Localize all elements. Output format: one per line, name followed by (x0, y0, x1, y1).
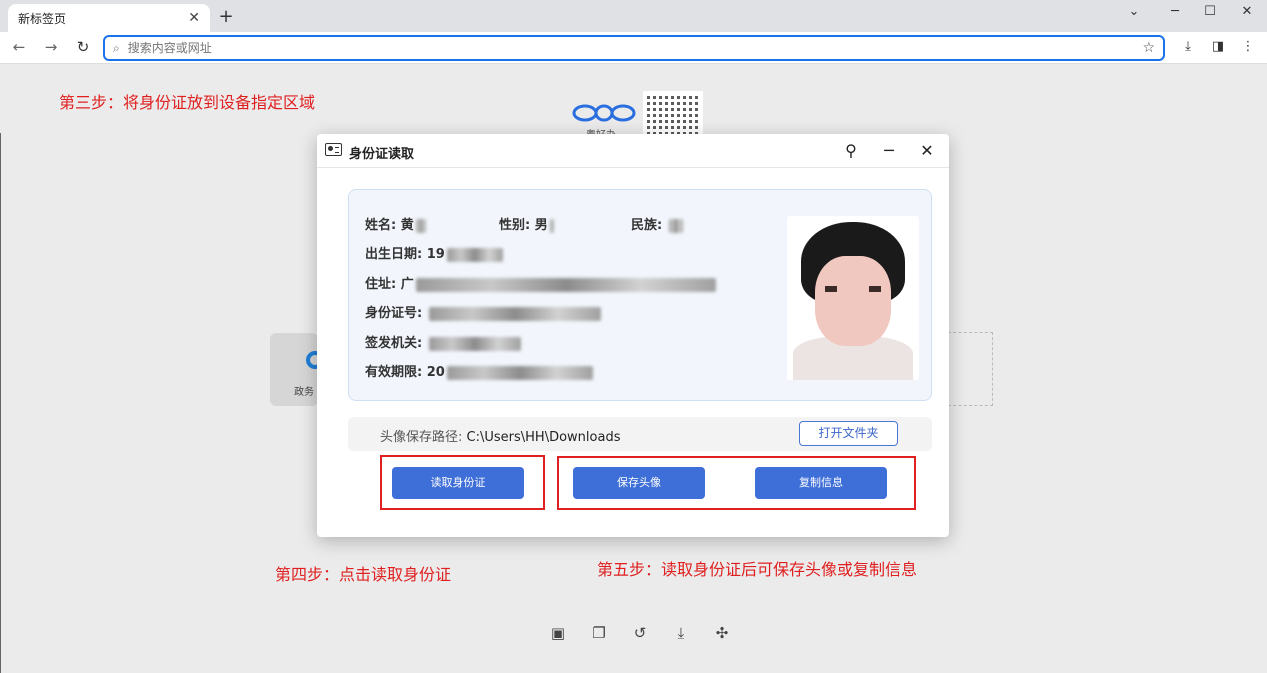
shortcut-tile[interactable]: 政务 (270, 333, 324, 406)
save-path-value: C:\Users\HH\Downloads (466, 430, 621, 445)
id-card-icon (325, 143, 342, 156)
dialog-close-icon[interactable]: ✕ (915, 140, 939, 162)
name-row: 姓名: 黄 (365, 214, 426, 233)
forward-icon[interactable]: → (40, 38, 62, 56)
download-icon[interactable]: ⤓ (671, 624, 691, 642)
issuer-row: 签发机关: (365, 332, 521, 351)
validity-label: 有效期限: (365, 365, 423, 380)
read-id-highlight-box (380, 455, 545, 510)
maximize-icon[interactable]: ☐ (1198, 4, 1222, 19)
step5-annotation: 第五步：读取身份证后可保存头像或复制信息 (597, 560, 918, 579)
tab-close-icon[interactable]: ✕ (188, 10, 200, 26)
close-window-icon[interactable]: ✕ (1235, 4, 1259, 19)
address-bar[interactable]: ⌕ ☆ (103, 35, 1165, 61)
gender-row: 性别: 男 (499, 214, 554, 233)
id-number-row: 身份证号: (365, 302, 601, 321)
save-path-bar: 头像保存路径: C:\Users\HH\Downloads 打开文件夹 (348, 417, 932, 451)
side-panel-icon[interactable]: ◨ (1208, 39, 1228, 54)
new-tab-button[interactable]: + (216, 6, 236, 27)
ethnicity-label: 民族: (631, 218, 663, 233)
id-photo (787, 216, 919, 380)
pin-icon[interactable]: ⚲ (839, 140, 863, 162)
history-icon[interactable]: ↺ (630, 624, 650, 642)
reload-icon[interactable]: ↻ (72, 38, 94, 56)
bookmark-star-icon[interactable]: ☆ (1142, 40, 1155, 56)
birth-row: 出生日期: 19 (365, 243, 503, 262)
tab-title: 新标签页 (18, 11, 67, 26)
downloads-icon[interactable]: ⤓ (1178, 39, 1198, 54)
dialog-title: 身份证读取 (349, 147, 415, 162)
validity-value: 20 (426, 365, 445, 380)
issuer-label: 签发机关: (365, 336, 423, 351)
address-row: 住址: 广 (365, 273, 716, 292)
gender-label: 性别: (499, 218, 531, 233)
save-path-text: 头像保存路径: C:\Users\HH\Downloads (380, 426, 620, 445)
left-border-line (0, 133, 1, 673)
birth-label: 出生日期: (365, 247, 423, 262)
shortcut-label: 政务 (294, 387, 314, 398)
dialog-minimize-icon[interactable]: ─ (877, 140, 901, 162)
gender-value: 男 (534, 218, 548, 233)
tab-manager-icon[interactable]: ▣ (548, 624, 568, 642)
tab-search-icon[interactable]: ⌄ (1122, 4, 1146, 19)
search-icon: ⌕ (113, 40, 120, 55)
infinity-logo-icon (572, 104, 636, 122)
name-label: 姓名: (365, 218, 397, 233)
minimize-icon[interactable]: ─ (1163, 4, 1187, 19)
ethnicity-row: 民族: (631, 214, 683, 233)
add-shortcut-placeholder[interactable] (948, 332, 993, 406)
save-path-label: 头像保存路径: (380, 430, 463, 445)
actions-highlight-box (557, 456, 916, 510)
step4-annotation: 第四步：点击读取身份证 (275, 565, 452, 584)
address-label: 住址: (365, 277, 397, 292)
address-input[interactable] (127, 41, 1143, 55)
validity-row: 有效期限: 20 (365, 361, 593, 380)
tab-strip: 新标签页 ✕ + ⌄ ─ ☐ ✕ (0, 0, 1267, 32)
title-divider (317, 167, 949, 168)
bookmarks-icon[interactable]: ❐ (589, 624, 609, 642)
open-folder-button[interactable]: 打开文件夹 (799, 421, 898, 446)
extensions-icon[interactable]: ✣ (712, 624, 732, 642)
ethnicity-value-blurred (668, 218, 683, 233)
id-info-card: 姓名: 黄 性别: 男 民族: 出生日期: 19 住址: 广 身份证号: 签发机… (348, 189, 932, 401)
browser-toolbar: ← → ↻ ⌕ ☆ ⤓ ◨ ⋮ (0, 32, 1267, 64)
birth-value: 19 (426, 247, 445, 262)
step3-annotation: 第三步：将身份证放到设备指定区域 (59, 93, 316, 112)
qr-code-image (643, 91, 703, 139)
id-number-label: 身份证号: (365, 306, 423, 321)
back-icon[interactable]: ← (8, 38, 30, 56)
id-number-blurred (428, 306, 601, 321)
address-value: 广 (400, 277, 414, 292)
name-value: 黄 (400, 218, 414, 233)
issuer-blurred (428, 336, 521, 351)
menu-icon[interactable]: ⋮ (1238, 39, 1258, 54)
tab-new-tab[interactable]: 新标签页 ✕ (8, 4, 210, 32)
